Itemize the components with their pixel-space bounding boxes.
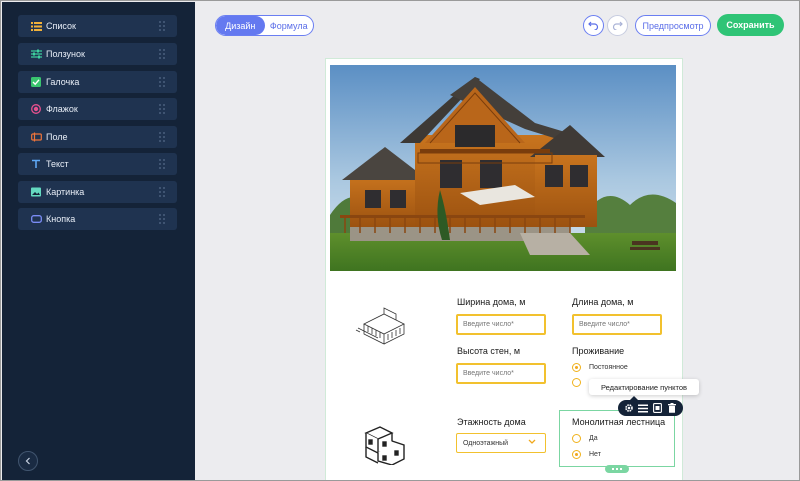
radio-button[interactable]: [572, 378, 581, 387]
mode-toggle: Дизайн Формула: [215, 15, 314, 36]
chevron-down-icon: [528, 439, 536, 444]
list-icon: [30, 20, 42, 32]
chevron-left-icon: [25, 457, 30, 465]
palette-item-label: Флажок: [46, 104, 78, 114]
palette-item-text[interactable]: Текст: [18, 153, 177, 175]
drag-handle-icon[interactable]: [157, 21, 167, 31]
radio-button[interactable]: [572, 434, 581, 443]
collapse-sidebar-button[interactable]: [18, 451, 38, 471]
drag-handle-icon[interactable]: [157, 77, 167, 87]
input-field-icon: [30, 131, 42, 143]
wall-height-label: Высота стен, м: [457, 346, 521, 356]
palette-item-image[interactable]: Картинка: [18, 181, 177, 203]
residence-label: Проживание: [572, 346, 625, 356]
palette-item-radio[interactable]: Флажок: [18, 98, 177, 120]
radio-button[interactable]: [572, 450, 581, 459]
floors-label: Этажность дома: [457, 417, 526, 427]
list-icon[interactable]: [637, 402, 649, 414]
stairs-option-yes[interactable]: Да: [572, 434, 598, 443]
app-window: Список Ползунок Галочка Флажок Поле Текс…: [0, 0, 800, 481]
radio-label: Нет: [589, 451, 601, 458]
drag-handle-icon[interactable]: [157, 104, 167, 114]
residence-option-second[interactable]: [572, 378, 589, 387]
stairs-option-no[interactable]: Нет: [572, 450, 601, 459]
palette-item-field[interactable]: Поле: [18, 126, 177, 148]
palette-item-slider[interactable]: Ползунок: [18, 43, 177, 65]
drag-handle-icon[interactable]: [157, 187, 167, 197]
image-icon: [30, 186, 42, 198]
house-dimensions-icon: [355, 307, 405, 345]
palette-item-label: Текст: [46, 159, 69, 169]
palette-item-label: Список: [46, 21, 76, 31]
house-width-input[interactable]: [456, 314, 546, 335]
tab-design[interactable]: Дизайн: [216, 16, 265, 35]
house-photo[interactable]: [330, 65, 676, 271]
drag-handle-icon[interactable]: [157, 132, 167, 142]
drag-handle-icon[interactable]: [157, 159, 167, 169]
radio-label: Постоянное: [589, 364, 628, 371]
element-palette-sidebar: Список Ползунок Галочка Флажок Поле Текс…: [2, 2, 195, 480]
button-icon: [30, 213, 42, 225]
monolithic-stairs-label: Монолитная лестница: [572, 417, 666, 427]
radio-label: Да: [589, 435, 598, 442]
redo-icon: [612, 21, 623, 30]
palette-item-label: Поле: [46, 132, 68, 142]
floors-select-value: Одноэтажный: [463, 439, 509, 447]
redo-button[interactable]: [607, 15, 628, 36]
save-button[interactable]: Сохранить: [717, 14, 784, 36]
slider-icon: [30, 48, 42, 60]
palette-item-button[interactable]: Кнопка: [18, 208, 177, 230]
palette-item-label: Кнопка: [46, 214, 76, 224]
radio-button[interactable]: [572, 363, 581, 372]
tab-formula[interactable]: Формула: [265, 16, 314, 35]
radio-icon: [30, 103, 42, 115]
drag-handle-icon[interactable]: [157, 49, 167, 59]
floors-select[interactable]: Одноэтажный: [456, 433, 546, 453]
preview-button[interactable]: Предпросмотр: [635, 15, 711, 36]
tooltip: Редактирование пунктов: [589, 379, 699, 395]
palette-item-list[interactable]: Список: [18, 15, 177, 37]
gear-icon[interactable]: [623, 402, 635, 414]
palette-item-label: Картинка: [46, 187, 85, 197]
undo-button[interactable]: [583, 15, 604, 36]
trash-icon[interactable]: [666, 402, 678, 414]
palette-item-label: Ползунок: [46, 49, 85, 59]
wall-height-input[interactable]: [456, 363, 546, 384]
house-length-input[interactable]: [572, 314, 662, 335]
block-drag-handle[interactable]: [605, 465, 629, 473]
drag-handle-icon[interactable]: [157, 214, 167, 224]
palette-item-label: Галочка: [46, 77, 80, 87]
house-length-label: Длина дома, м: [572, 297, 634, 307]
residence-option-permanent[interactable]: Постоянное: [572, 363, 628, 372]
floors-icon: [364, 426, 405, 465]
palette-item-checkbox[interactable]: Галочка: [18, 71, 177, 93]
checkbox-icon: [30, 76, 42, 88]
block-action-bar: [618, 396, 683, 416]
text-icon: [30, 158, 42, 170]
copy-icon[interactable]: [652, 402, 664, 414]
house-width-label: Ширина дома, м: [457, 297, 526, 307]
undo-icon: [588, 21, 599, 30]
